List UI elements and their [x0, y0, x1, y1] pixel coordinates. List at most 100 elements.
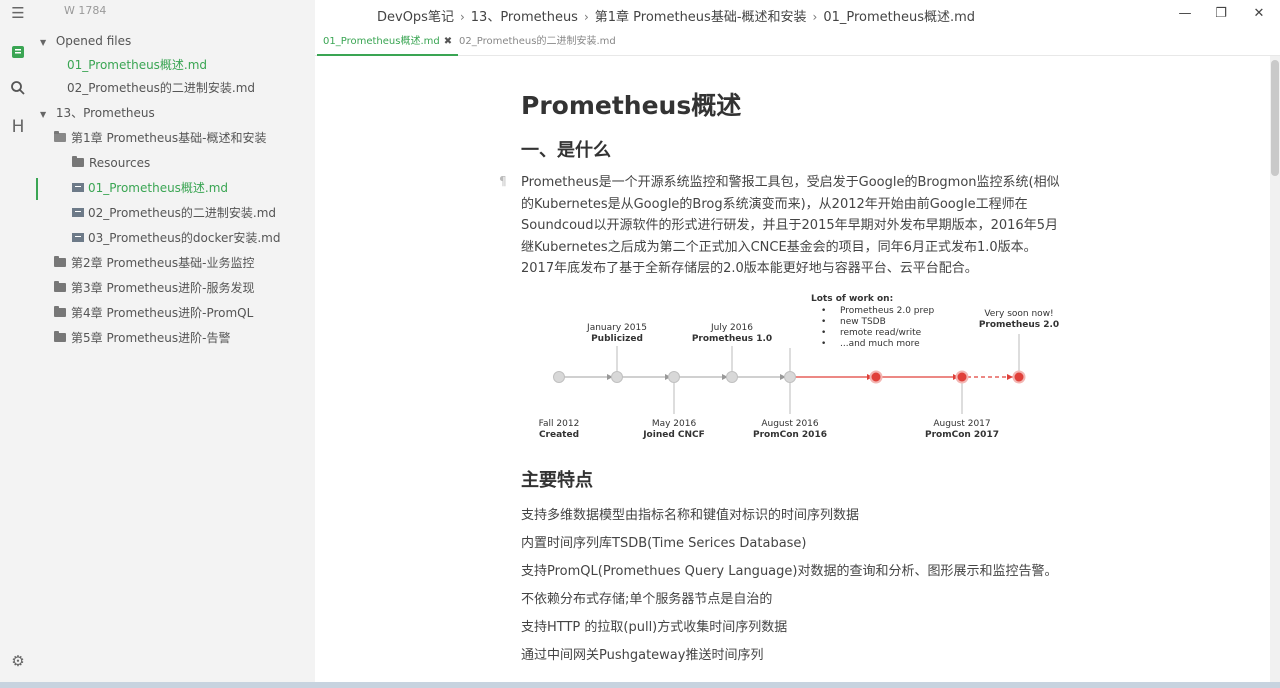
work-item: new TSDB: [840, 317, 886, 327]
chevron-right-icon: ›: [812, 10, 818, 24]
opened-files-header[interactable]: ▼ Opened files: [40, 30, 131, 52]
tree-label: Resources: [89, 156, 151, 170]
paragraph: Prometheus是一个开源系统监控和警报工具包，受启发于Google的Bro…: [521, 175, 1060, 276]
menu-icon[interactable]: ☰: [9, 4, 27, 22]
breadcrumb-item[interactable]: 01_Prometheus概述.md: [823, 10, 975, 25]
timeline-date: Fall 2012: [539, 419, 580, 429]
opened-file-item[interactable]: 02_Prometheus的二进制安装.md: [67, 77, 255, 99]
markdown-file-icon: [72, 233, 84, 242]
timeline-event: Joined CNCF: [642, 430, 705, 440]
tree-folder-resources[interactable]: Resources: [72, 152, 150, 174]
tree-label: 第2章 Prometheus基础-业务监控: [71, 256, 255, 270]
opened-files-label: Opened files: [55, 34, 132, 48]
timeline-event: Publicized: [591, 334, 643, 344]
folder-icon: [54, 331, 66, 342]
timeline-event: Prometheus 1.0: [692, 334, 772, 344]
feature-line: 通过中间网关Pushgateway推送时间序列: [521, 648, 764, 663]
tree-label: 01_Prometheus概述.md: [88, 181, 229, 195]
doc-title: Prometheus概述: [521, 91, 742, 120]
section-heading: 主要特点: [521, 470, 593, 491]
timeline-event: PromCon 2016: [753, 430, 827, 440]
timeline-event: PromCon 2017: [925, 430, 999, 440]
outline-icon[interactable]: H: [9, 118, 27, 136]
folder-open-icon: [54, 131, 66, 142]
tree-label: 第5章 Prometheus进阶-告警: [71, 331, 231, 345]
folder-icon: [72, 156, 84, 167]
work-bullet: •: [821, 306, 826, 316]
folder-icon: [54, 281, 66, 292]
tree-file-02[interactable]: 02_Prometheus的二进制安装.md: [72, 202, 276, 224]
chevron-right-icon: ›: [583, 10, 589, 24]
search-icon[interactable]: [9, 80, 27, 98]
tree-file-01[interactable]: 01_Prometheus概述.md: [72, 177, 228, 199]
tab-label: 01_Prometheus概述.md: [323, 36, 440, 47]
tree-label: 13、Prometheus: [55, 106, 155, 120]
feature-line: 支持PromQL(Promethues Query Language)对数据的查…: [521, 564, 1058, 579]
folder-icon: [54, 306, 66, 317]
tab-02-prometheus[interactable]: 02_Prometheus的二进制安装.md: [453, 32, 622, 56]
breadcrumb: DevOps笔记 › 13、Prometheus › 第1章 Prometheus基础-…: [377, 6, 975, 25]
tree-file-03[interactable]: 03_Prometheus的docker安装.md: [72, 227, 280, 249]
close-tab-icon[interactable]: ✖: [444, 36, 452, 47]
tree-folder-13-prometheus[interactable]: ▼ 13、Prometheus: [40, 102, 155, 124]
work-item: remote read/write: [840, 328, 922, 338]
markdown-file-icon: [72, 183, 84, 192]
work-bullet: •: [821, 328, 826, 338]
timeline-node-future: [869, 370, 883, 384]
timeline-node: [726, 371, 738, 383]
timeline-event: Prometheus 2.0: [979, 320, 1059, 330]
minimize-icon[interactable]: —: [1177, 6, 1193, 22]
opened-file-item[interactable]: 01_Prometheus概述.md: [67, 54, 207, 76]
tree-label: 第3章 Prometheus进阶-服务发现: [71, 281, 255, 295]
timeline-node: [553, 371, 565, 383]
timeline-node: [668, 371, 680, 383]
tree-folder-chapter3[interactable]: 第3章 Prometheus进阶-服务发现: [54, 277, 254, 299]
paragraph-marker-icon: ¶: [499, 174, 507, 188]
timeline-date: August 2017: [933, 419, 990, 429]
timeline-date: August 2016: [761, 419, 819, 429]
document-editor[interactable]: Prometheus概述 一、是什么 ¶ Prometheus是一个开源系统监控…: [315, 56, 1270, 688]
tree-folder-chapter4[interactable]: 第4章 Prometheus进阶-PromQL: [54, 302, 253, 324]
breadcrumb-item[interactable]: 13、Prometheus: [471, 10, 578, 25]
tree-folder-chapter1[interactable]: 第1章 Prometheus基础-概述和安装: [54, 127, 266, 149]
close-icon[interactable]: ✕: [1251, 6, 1267, 22]
settings-icon[interactable]: ⚙: [9, 652, 27, 670]
chevron-right-icon: ›: [459, 10, 465, 24]
tree-folder-chapter2[interactable]: 第2章 Prometheus基础-业务监控: [54, 252, 254, 274]
breadcrumb-item[interactable]: DevOps笔记: [377, 10, 454, 25]
active-indicator: [36, 178, 38, 200]
opened-file-label: 01_Prometheus概述.md: [67, 58, 208, 72]
title-bar: DevOps笔记 › 13、Prometheus › 第1章 Prometheus基础-…: [315, 0, 1280, 30]
prometheus-timeline-diagram: January 2015 Publicized July 2016 Promet…: [539, 294, 1060, 440]
section-heading: 一、是什么: [521, 140, 611, 161]
timeline-node: [784, 371, 796, 383]
chevron-down-icon: ▼: [40, 38, 47, 47]
timeline-date: Very soon now!: [984, 309, 1053, 319]
breadcrumb-item[interactable]: 第1章 Prometheus基础-概述和安装: [595, 10, 807, 25]
work-bullet: •: [821, 317, 826, 327]
scrollbar-thumb[interactable]: [1271, 60, 1279, 176]
chevron-down-icon: ▼: [40, 110, 47, 119]
tree-label: 第4章 Prometheus进阶-PromQL: [71, 306, 254, 320]
timeline-node: [611, 371, 623, 383]
restore-icon[interactable]: ❐: [1213, 6, 1229, 22]
tree-label: 03_Prometheus的docker安装.md: [88, 231, 281, 245]
work-item: Prometheus 2.0 prep: [840, 306, 935, 316]
timeline-event: Created: [539, 430, 579, 440]
work-item: ...and much more: [840, 339, 920, 349]
taskbar-strip: [0, 682, 1280, 688]
timeline-date: May 2016: [652, 419, 697, 429]
tree-folder-chapter5[interactable]: 第5章 Prometheus进阶-告警: [54, 327, 230, 349]
tab-01-prometheus[interactable]: 01_Prometheus概述.md ✖: [317, 32, 459, 56]
work-bullet: •: [821, 339, 826, 349]
feature-line: 不依赖分布式存储;单个服务器节点是自治的: [521, 592, 773, 607]
timeline-date: July 2016: [710, 323, 753, 333]
activity-rail: ☰ H ⚙: [0, 0, 36, 688]
timeline-node-future: [1012, 370, 1026, 384]
files-icon[interactable]: [9, 44, 27, 62]
timeline-arrow: [1007, 374, 1013, 380]
feature-line: 支持HTTP 的拉取(pull)方式收集时间序列数据: [521, 620, 788, 635]
timeline-date: January 2015: [586, 323, 647, 333]
feature-line: 支持多维数据模型由指标名称和键值对标识的时间序列数据: [521, 508, 860, 523]
feature-line: 内置时间序列库TSDB(Time Serices Database): [521, 536, 807, 551]
